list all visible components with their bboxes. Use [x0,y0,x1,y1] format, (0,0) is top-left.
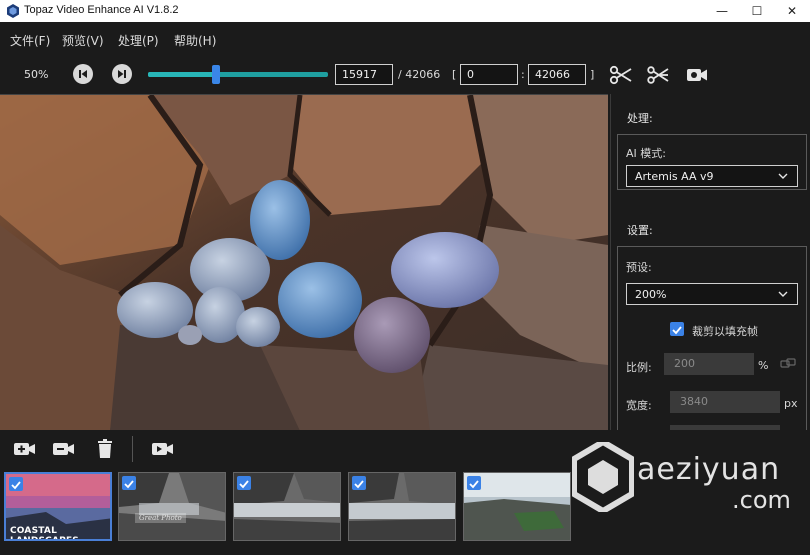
prev-frame-icon [79,70,87,78]
scale-unit: % [758,359,769,372]
watermark-domain: .com [732,486,791,514]
watermark-text: aeziyuan [637,452,781,487]
thumbnail-4[interactable] [348,472,456,541]
thumbnail-checkbox[interactable] [122,476,136,490]
range-open-bracket: [ [452,68,457,81]
close-button[interactable]: ✕ [772,0,810,22]
thumbnail-caption: COASTAL LANDSCAPES [10,526,79,541]
thumbnail-checkbox[interactable] [352,476,366,490]
thumbnail-checkbox[interactable] [9,477,23,491]
settings-panel: 处理: AI 模式: Artemis AA v9 设置: 预设: 200% 裁剪… [610,94,810,436]
close-icon: ✕ [786,4,798,18]
thumbnail-checkbox[interactable] [467,476,481,490]
menu-help[interactable]: 帮助(H) [174,32,216,49]
scale-label: 比例: [626,361,652,374]
menu-bar: 文件(F) 预览(V) 处理(P) 帮助(H) [0,22,810,56]
scissors-icon[interactable] [609,64,633,86]
menu-process[interactable]: 处理(P) [118,32,159,49]
app-window: Topaz Video Enhance AI V1.8.2 — ☐ ✕ 文件(F… [0,0,810,555]
width-unit: px [784,397,798,410]
video-camera-icon[interactable] [685,64,709,86]
export-video-icon[interactable] [151,439,175,459]
settings-group: 预设: 200% 裁剪以填充帧 比例: 200 % 宽度: 3840 px [617,246,807,436]
preset-label: 预设: [626,261,652,274]
ai-mode-value: Artemis AA v9 [635,170,714,183]
video-preview[interactable] [0,94,608,430]
toolbar-divider [132,436,133,462]
checkmark-icon [11,481,21,490]
trash-icon[interactable] [93,439,117,459]
checkmark-icon [124,480,134,489]
remove-video-icon[interactable] [52,439,76,459]
checkmark-icon [469,480,479,489]
crop-label: 裁剪以填充帧 [692,325,758,338]
site-watermark: aeziyuan .com [572,438,808,548]
chevron-down-icon [778,291,788,297]
app-logo-icon [7,4,19,18]
thumbnail-checkbox[interactable] [237,476,251,490]
range-close-bracket: ] [590,68,595,81]
thumbnail-2[interactable]: Great Photo [118,472,226,541]
minimize-button[interactable]: — [702,0,742,22]
crop-checkbox[interactable] [670,322,684,336]
minimize-icon: — [716,4,728,18]
watermark-logo-icon [572,442,634,512]
split-icon[interactable] [647,64,671,86]
menu-file[interactable]: 文件(F) [10,32,50,49]
total-frames: / 42066 [398,68,441,81]
width-input[interactable]: 3840 [670,391,780,413]
thumbnail-caption: Great Photo [135,513,186,523]
prev-frame-button[interactable] [73,64,93,84]
thumbnail-1[interactable]: COASTAL LANDSCAPES [4,472,112,541]
width-label: 宽度: [626,399,652,412]
timeline-slider-thumb[interactable] [212,65,220,84]
timeline-progress [148,72,216,77]
checkmark-icon [672,326,682,335]
range-start-input[interactable]: 0 [460,64,518,85]
preset-select[interactable]: 200% [626,283,798,305]
thumbnail-3[interactable] [233,472,341,541]
processing-title: 处理: [627,112,653,125]
next-frame-icon [118,70,126,78]
ai-mode-label: AI 模式: [626,147,666,160]
ai-mode-select[interactable]: Artemis AA v9 [626,165,798,187]
chevron-down-icon [778,173,788,179]
thumbnail-5[interactable] [463,472,571,541]
zoom-level[interactable]: 50% [24,68,48,81]
playback-toolbar: 50% 15917 / 42066 [ 0 : 42066 ] [0,56,810,94]
maximize-icon: ☐ [751,4,763,18]
settings-title: 设置: [627,224,653,237]
checkmark-icon [239,480,249,489]
preview-image [0,95,608,430]
range-separator: : [521,68,525,81]
menu-preview[interactable]: 预览(V) [62,32,104,49]
ai-mode-group: AI 模式: Artemis AA v9 [617,134,807,190]
window-title: Topaz Video Enhance AI V1.8.2 [24,4,179,16]
title-bar: Topaz Video Enhance AI V1.8.2 — ☐ ✕ [0,0,810,22]
add-video-icon[interactable] [13,439,37,459]
scale-input[interactable]: 200 [664,353,754,375]
preset-value: 200% [635,288,667,301]
checkmark-icon [354,480,364,489]
next-frame-button[interactable] [112,64,132,84]
link-icon[interactable] [780,357,796,371]
range-end-input[interactable]: 42066 [528,64,586,85]
maximize-button[interactable]: ☐ [737,0,777,22]
current-frame-input[interactable]: 15917 [335,64,393,85]
